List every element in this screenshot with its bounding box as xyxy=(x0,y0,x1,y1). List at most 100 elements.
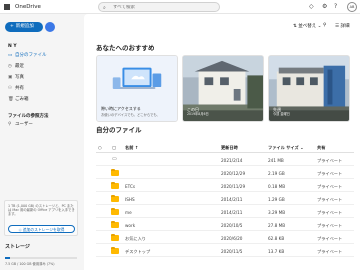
recommended-card-access[interactable]: 隙い時にアクセスする お使いのデバイスでも、どこからでも、 xyxy=(96,55,178,122)
file-size: 27.8 MB xyxy=(268,222,286,228)
filter-icon[interactable]: ⚲ xyxy=(323,23,326,28)
plus-icon: + xyxy=(10,24,14,29)
folder-icon xyxy=(111,234,119,241)
storage-promo: 1 TB (1,000 GB) のストレージと、PC または Mac 用の最新の… xyxy=(4,200,78,236)
folder-icon xyxy=(111,182,119,189)
storage-progress-fill xyxy=(5,257,11,259)
app-launcher-icon[interactable] xyxy=(4,4,10,10)
column-name[interactable]: 名前 ↑ xyxy=(125,145,138,151)
help-icon[interactable]: ? xyxy=(334,3,337,10)
trash-icon: 🗑 xyxy=(8,97,14,102)
column-modified[interactable]: 更新日時 xyxy=(221,145,238,151)
storage-title: ストレージ xyxy=(5,244,30,250)
file-modified: 2020/6/20 xyxy=(221,235,243,241)
file-modified: 2020/11/5 xyxy=(221,248,243,254)
sidebar: + 新規追加 N Y ▭ 自分のファイル ◷ 最近 ▣ 写真 ⚇ 共有 🗑ごみ箱 ファイル… xyxy=(0,14,82,270)
file-sharing: プライベート xyxy=(317,222,343,228)
table-row[interactable]: work 2020/10/5 27.8 MB プライベート xyxy=(96,219,354,231)
search-box[interactable]: ⌕ xyxy=(98,2,220,12)
folder-icon xyxy=(111,247,119,254)
chevron-down-icon: ⌄ xyxy=(316,24,322,29)
image-icon: ▣ xyxy=(8,75,13,80)
diamond-icon[interactable]: ◇ xyxy=(309,3,314,10)
main-content: ⇅ 並べ替え ⌄ ⚲ ☰ 詳細 あなたへのおすすめ 隙い時にアクセスする お使い… xyxy=(84,14,360,270)
file-sharing: プライベート xyxy=(317,196,343,202)
sidebar-item-recent[interactable]: ◷ 最近 xyxy=(8,63,78,71)
select-all-checkbox[interactable]: ○ xyxy=(98,145,102,150)
sidebar-item-shared[interactable]: ⚇ 共有 xyxy=(8,85,78,93)
person-icon: ⚲ xyxy=(8,122,12,127)
file-name[interactable]: work xyxy=(125,223,135,228)
table-row[interactable]: me 2014/2/11 3.29 MB プライベート xyxy=(96,206,354,218)
file-modified: 2020/12/29 xyxy=(221,170,246,176)
storage-usage-text[interactable]: 7.5 GB / 100 GB 使用済み (7%) xyxy=(5,261,55,266)
sidebar-browse-heading: ファイルの参照方法 xyxy=(8,114,49,119)
storage-progress-bar xyxy=(5,257,77,259)
file-sharing: プライベート xyxy=(317,235,343,241)
table-row[interactable]: デスクトップ 2020/11/5 13.7 KB プライベート xyxy=(96,245,354,257)
clock-icon: ◷ xyxy=(8,64,12,69)
file-type-icon: ▢ xyxy=(112,144,116,150)
file-name[interactable]: デスクトップ xyxy=(125,249,150,255)
premium-icon[interactable] xyxy=(45,22,55,32)
file-size: 62.8 KB xyxy=(268,235,285,241)
file-sharing: プライベート xyxy=(317,170,343,176)
folder-icon xyxy=(111,169,119,176)
column-size[interactable]: ファイル サイズ ⌄ xyxy=(268,145,304,151)
view-button[interactable]: ☰ 詳細 xyxy=(335,23,349,29)
folder-icon xyxy=(111,208,119,215)
file-name[interactable]: ETCs xyxy=(125,184,135,189)
file-name[interactable]: ISHS xyxy=(125,197,135,202)
sidebar-item-photos[interactable]: ▣ 写真 xyxy=(8,74,78,82)
file-icon: ▭ xyxy=(112,155,117,162)
file-modified: 2020/11/29 xyxy=(221,183,246,189)
table-row[interactable]: 2020/12/29 2.19 GB プライベート xyxy=(96,167,354,179)
people-icon: ⚇ xyxy=(8,86,13,91)
top-bar: OneDrive ⌕ ◇ ⚙ ? AB xyxy=(0,0,360,14)
files-table-header: ○ ▢ 名前 ↑ 更新日時 ファイル サイズ ⌄ 共有 xyxy=(96,141,354,153)
file-modified: 2014/2/11 xyxy=(221,209,243,215)
file-size: 13.7 KB xyxy=(268,248,285,254)
file-sharing: プライベート xyxy=(317,157,343,163)
table-row[interactable]: お気に入り 2020/6/20 62.8 KB プライベート xyxy=(96,232,354,244)
search-input[interactable] xyxy=(113,4,213,10)
folder-icon: ▭ xyxy=(8,53,13,58)
column-sharing[interactable]: 共有 xyxy=(317,145,325,151)
file-modified: 2020/10/5 xyxy=(221,222,243,228)
my-files-title: 自分のファイル xyxy=(96,126,142,134)
file-name[interactable]: me xyxy=(125,210,132,215)
folder-icon xyxy=(111,195,119,202)
file-size: 2.19 GB xyxy=(268,170,285,176)
sort-button[interactable]: ⇅ 並べ替え ⌄ xyxy=(293,23,321,29)
table-row[interactable]: ISHS 2014/2/11 1.29 GB プライベート xyxy=(96,193,354,205)
file-size: 1.29 GB xyxy=(268,196,285,202)
file-size: 241 MB xyxy=(268,157,284,163)
recommended-card-on-this-day[interactable]: この日 2019年8月6日 xyxy=(182,55,264,122)
sidebar-item-people[interactable]: ⚲ ユーザー xyxy=(8,121,78,129)
file-size: 3.29 MB xyxy=(268,209,286,215)
folder-icon xyxy=(111,221,119,228)
file-modified: 2021/2/14 xyxy=(221,157,243,163)
get-more-storage-button[interactable]: ◇ 追加のストレージを取得 xyxy=(8,225,75,233)
file-sharing: プライベート xyxy=(317,183,343,189)
create-label: 新規追加 xyxy=(15,24,34,29)
table-row[interactable]: ETCs 2020/11/29 0.18 MB プライベート xyxy=(96,180,354,192)
sidebar-user-heading: N Y xyxy=(8,44,17,49)
card-last-week-caption: 先週 今週 金曜日 xyxy=(273,107,290,116)
gear-icon[interactable]: ⚙ xyxy=(322,3,327,10)
recommended-card-last-week[interactable]: 先週 今週 金曜日 xyxy=(268,55,350,122)
file-modified: 2014/2/11 xyxy=(221,196,243,202)
sidebar-item-my-files[interactable]: ▭ 自分のファイル xyxy=(8,52,78,60)
recommended-title: あなたへのおすすめ xyxy=(96,44,155,52)
table-row[interactable]: ▭ 2021/2/14 241 MB プライベート xyxy=(96,154,354,166)
card-access-subtitle: お使いのデバイスでも、どこからでも、 xyxy=(101,113,160,117)
avatar[interactable]: AB xyxy=(347,2,357,12)
file-size: 0.18 MB xyxy=(268,183,286,189)
create-button[interactable]: + 新規追加 xyxy=(5,22,43,32)
app-title[interactable]: OneDrive xyxy=(15,4,41,10)
sidebar-item-recycle-bin[interactable]: 🗑ごみ箱 xyxy=(8,96,78,104)
file-sharing: プライベート xyxy=(317,209,343,215)
file-sharing: プライベート xyxy=(317,248,343,254)
file-name[interactable]: お気に入り xyxy=(125,236,146,242)
promo-text: 1 TB (1,000 GB) のストレージと、PC または Mac 用の最新の… xyxy=(8,204,75,217)
